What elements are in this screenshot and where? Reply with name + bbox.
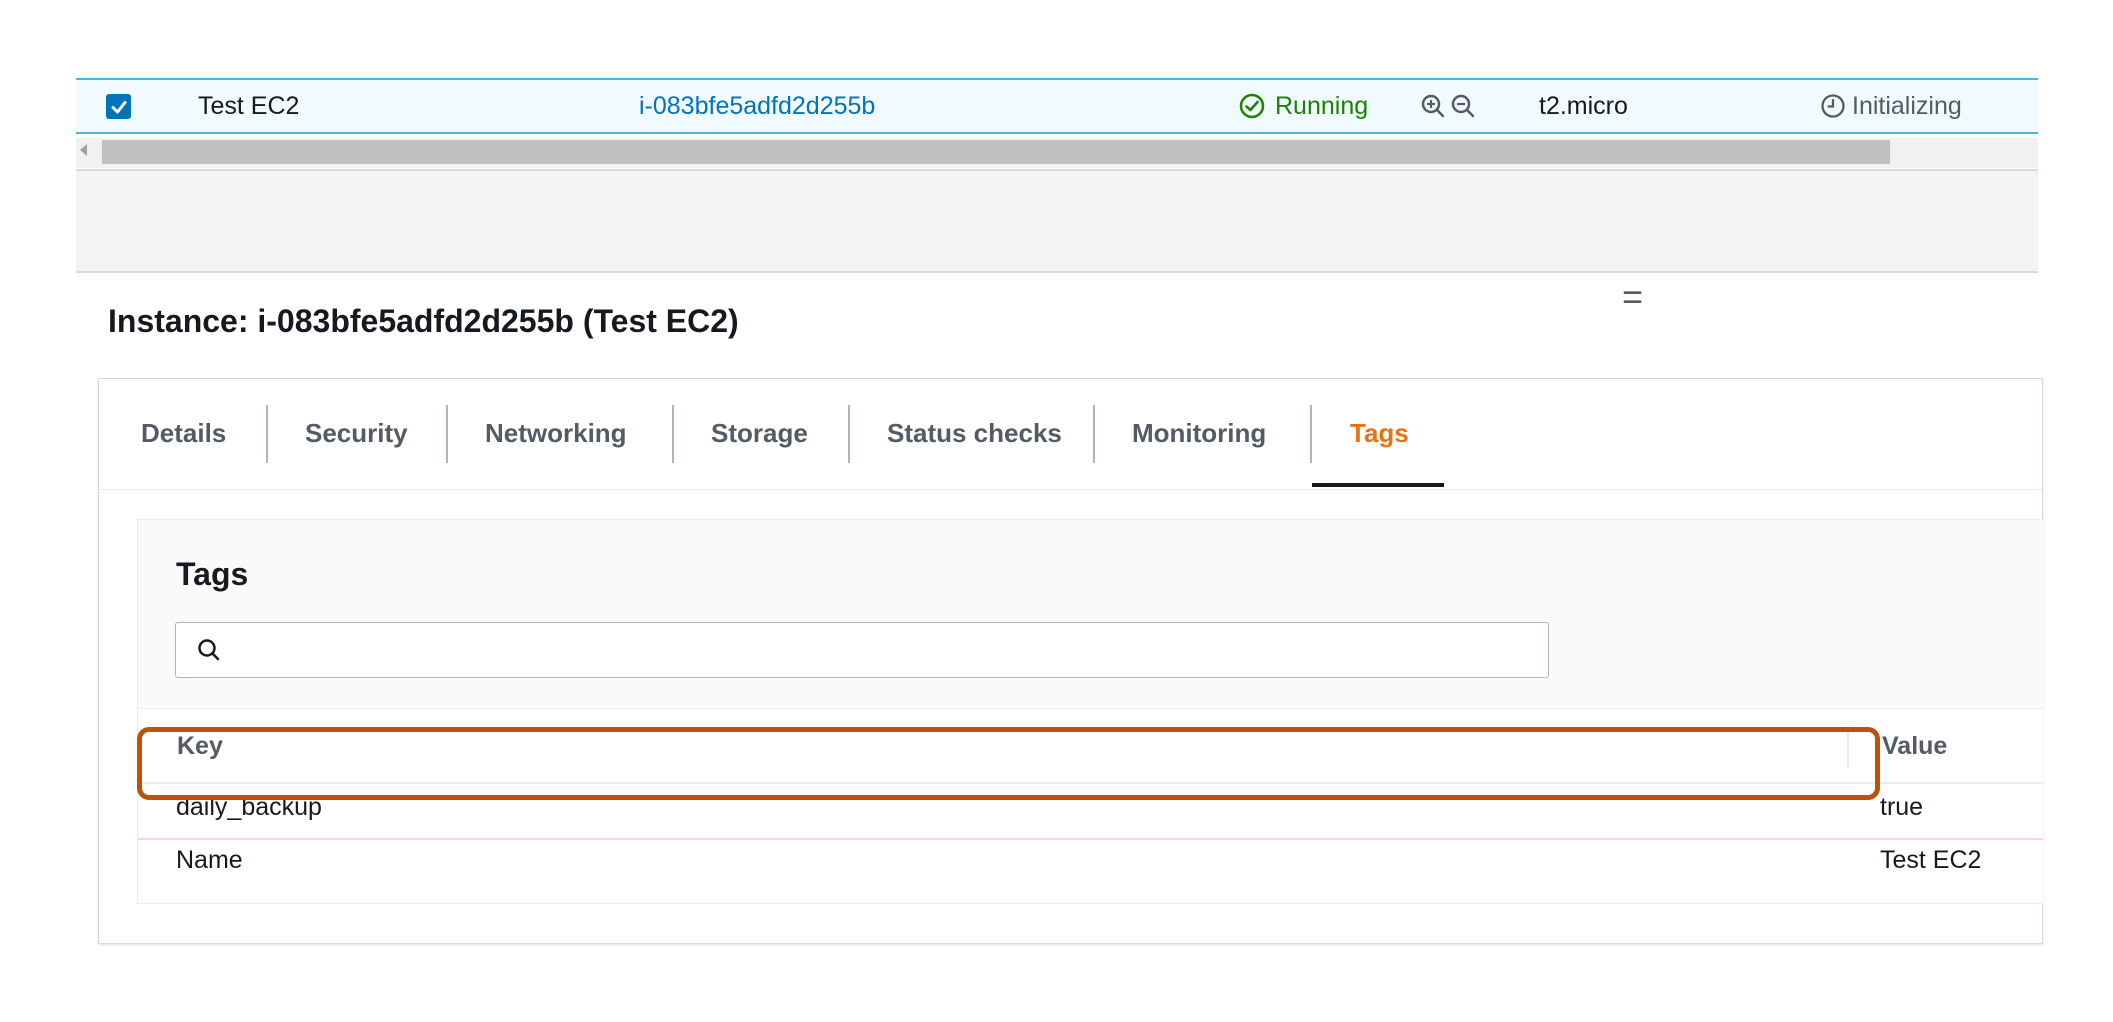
page-title: Instance: i-083bfe5adfd2d255b (Test EC2) [108,303,739,339]
scrollbar-thumb[interactable] [102,140,1890,164]
tab-tags[interactable]: Tags [1350,403,1409,463]
table-row[interactable]: Name Test EC2 [138,836,2043,888]
check-circle-icon [1239,93,1265,119]
zoom-out-icon[interactable] [1450,93,1476,119]
split-panel-gap [76,171,2038,273]
search-icon [198,639,220,661]
tab-monitoring[interactable]: Monitoring [1132,403,1266,463]
tags-header: Tags [138,520,2043,709]
tab-security[interactable]: Security [305,403,408,463]
tags-title: Tags [176,556,249,592]
highlight-box [137,727,1880,800]
status-check-label: Initializing [1852,92,1962,120]
horizontal-scrollbar[interactable] [76,138,2038,168]
tab-bar: Details Security Networking Storage Stat… [99,379,2042,490]
instance-type: t2.micro [1539,92,1628,120]
instance-state: Running [1239,80,1368,132]
zoom-controls [1420,80,1476,132]
instance-id-link[interactable]: i-083bfe5adfd2d255b [639,80,875,132]
resize-handle-icon[interactable]: = [1622,279,1643,315]
tab-details[interactable]: Details [141,403,226,463]
instance-details-panel: Details Security Networking Storage Stat… [98,378,2043,944]
instance-row[interactable]: Test EC2 i-083bfe5adfd2d255b Running t2.… [76,78,2038,134]
zoom-in-icon[interactable] [1420,93,1446,119]
instance-state-label: Running [1275,92,1369,120]
instance-name: Test EC2 [198,92,300,120]
tags-container: Tags Key Value daily_backup true Name Te… [137,519,2043,904]
tag-key: Name [176,846,243,874]
row-checkbox[interactable] [106,94,131,119]
scroll-left-arrow-icon[interactable] [80,144,87,156]
tag-value: true [1880,793,1924,821]
tab-networking[interactable]: Networking [485,403,627,463]
tags-search-input[interactable] [175,622,1549,678]
tag-value: Test EC2 [1880,846,1982,874]
status-check: Initializing [1820,80,1962,132]
checkmark-icon [111,100,126,113]
tab-status-checks[interactable]: Status checks [887,403,1062,463]
tab-storage[interactable]: Storage [711,403,808,463]
active-tab-indicator [1312,483,1444,487]
clock-icon [1821,94,1845,118]
column-header-value[interactable]: Value [1882,732,1947,761]
